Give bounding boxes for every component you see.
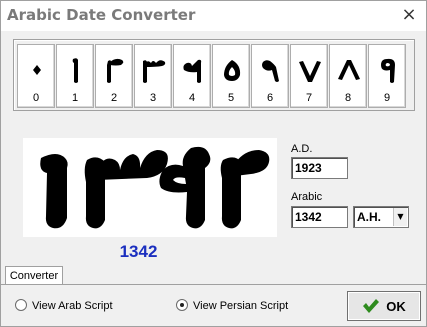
close-button[interactable]: × <box>398 4 420 26</box>
digit-key-7[interactable]: 7 <box>290 44 328 108</box>
era-select[interactable]: A.H. ▼ <box>353 206 409 228</box>
arabic-digit-4-icon <box>183 59 202 83</box>
arabic-digit-9-icon <box>381 58 395 83</box>
digit-key-label: 9 <box>383 92 391 104</box>
view-persian-script-radio[interactable]: View Persian Script <box>176 299 288 315</box>
ok-button-label: OK <box>386 298 406 314</box>
digit-key-4[interactable]: 4 <box>173 44 211 108</box>
view-arab-script-radio[interactable]: View Arab Script <box>15 299 113 315</box>
arabic-digit-5-icon <box>224 60 241 81</box>
converted-number: 1342 <box>119 242 158 261</box>
tab-converter[interactable]: Converter <box>5 266 63 285</box>
arabic-numeral-display <box>23 138 277 237</box>
radio-checked-icon <box>176 299 188 311</box>
digit-key-label: 3 <box>149 92 157 104</box>
ad-year-field[interactable]: 1923 <box>291 157 348 179</box>
digit-key-0[interactable]: 0 <box>17 44 55 108</box>
window-title: Arabic Date Converter <box>7 6 196 24</box>
digit-key-label: 2 <box>110 92 118 104</box>
chevron-down-icon[interactable]: ▼ <box>393 208 407 226</box>
digit-key-6[interactable]: 6 <box>251 44 289 108</box>
digit-key-label: 1 <box>71 92 79 104</box>
digit-keypad: 0 1 2 3 4 5 6 7 8 9 <box>13 39 415 111</box>
ad-label: A.D. <box>291 143 313 155</box>
app-window: Arabic Date Converter × 0 1 2 3 4 5 6 7 … <box>0 0 427 327</box>
digit-key-3[interactable]: 3 <box>134 44 172 108</box>
arabic-year-field[interactable]: 1342 <box>291 206 348 228</box>
arabic-digit-2-icon <box>107 58 124 83</box>
digit-key-label: 8 <box>344 92 352 104</box>
digit-key-label: 0 <box>32 92 40 104</box>
digit-key-label: 4 <box>188 92 196 104</box>
ok-button[interactable]: OK <box>347 291 421 321</box>
arabic-digit-1-icon <box>40 154 68 229</box>
arabic-digit-2-icon <box>220 150 270 229</box>
digit-key-1[interactable]: 1 <box>56 44 94 108</box>
arabic-digit-7-icon <box>299 61 321 82</box>
title-bar[interactable]: Arabic Date Converter × <box>1 1 426 31</box>
arabic-digit-1-icon <box>72 58 78 83</box>
arabic-digit-3-icon <box>84 150 168 229</box>
digit-key-label: 6 <box>266 92 274 104</box>
tab-divider <box>1 284 427 285</box>
digit-key-label: 5 <box>227 92 235 104</box>
era-select-value: A.H. <box>357 210 381 224</box>
checkmark-icon <box>363 299 380 313</box>
arabic-digit-8-icon <box>338 60 360 80</box>
radio-label: View Arab Script <box>32 300 113 312</box>
arabic-digit-0-icon <box>33 65 41 75</box>
arabic-digit-6-icon <box>262 60 279 82</box>
digit-key-2[interactable]: 2 <box>95 44 133 108</box>
digit-key-9[interactable]: 9 <box>368 44 406 108</box>
radio-unchecked-icon <box>15 299 27 311</box>
digit-key-8[interactable]: 8 <box>329 44 367 108</box>
digit-key-label: 7 <box>305 92 313 104</box>
arabic-digit-3-icon <box>143 60 166 83</box>
arabic-label: Arabic <box>291 191 323 203</box>
radio-label: View Persian Script <box>193 300 289 312</box>
digit-key-5[interactable]: 5 <box>212 44 250 108</box>
